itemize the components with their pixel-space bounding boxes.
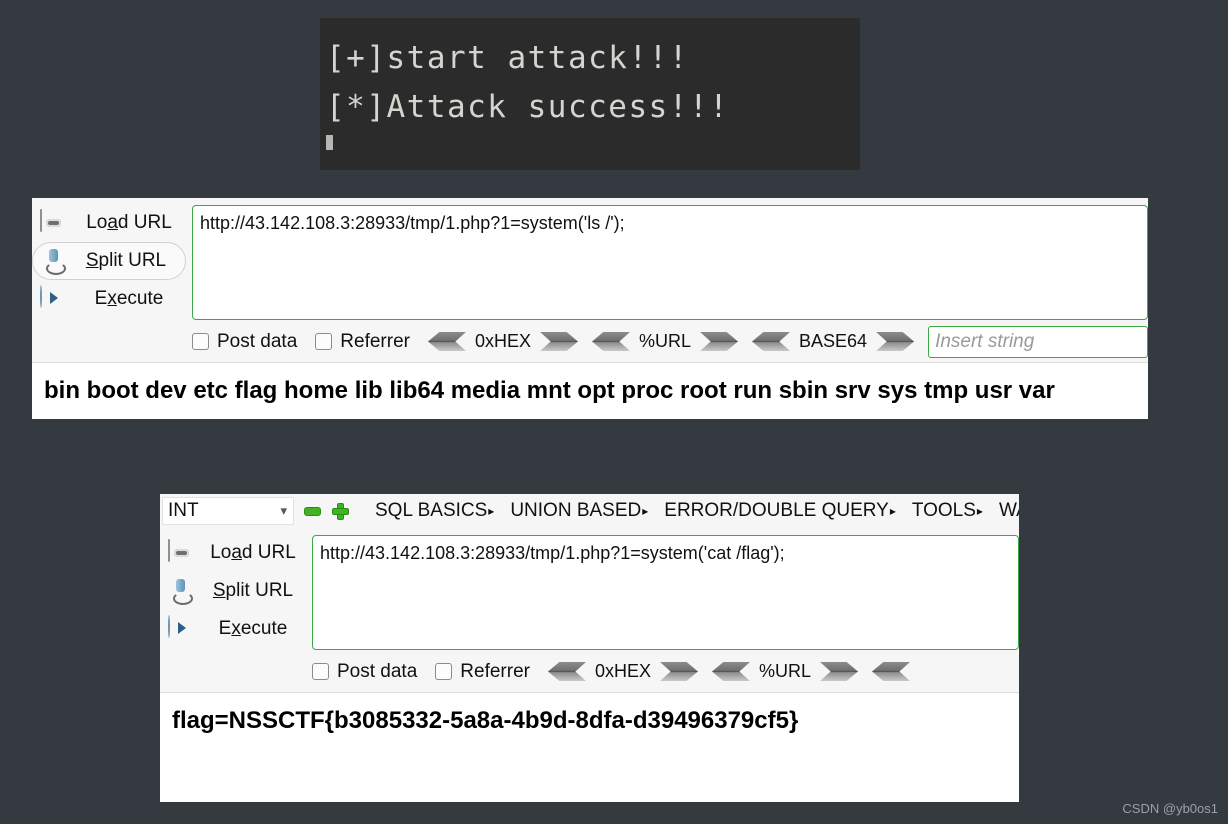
hackbar-action-buttons: Load URL Split URL Execute: [32, 198, 192, 322]
referrer-checkbox[interactable]: Referrer: [435, 661, 530, 683]
referrer-label: Referrer: [340, 330, 410, 352]
hackbar-action-buttons: Load URL Split URL Execute: [160, 528, 312, 652]
encode-arrow-right-icon[interactable]: [540, 332, 578, 351]
menu-tools-label: TOOLS: [911, 500, 976, 521]
encode-arrow-right-icon[interactable]: [876, 332, 915, 351]
split-url-button[interactable]: Split URL: [32, 242, 186, 280]
response-output: bin boot dev etc flag home lib lib64 med…: [32, 362, 1148, 419]
encoder-url-label: %URL: [759, 661, 812, 681]
hackbar-options-bar: Post data Referrer 0xHEX %URL BASE64 Ins…: [32, 322, 1148, 362]
decode-arrow-left-icon[interactable]: [592, 332, 630, 351]
decode-arrow-left-icon[interactable]: [547, 662, 586, 681]
decode-arrow-left-icon[interactable]: [872, 662, 911, 681]
decode-arrow-left-icon[interactable]: [752, 332, 791, 351]
post-data-label: Post data: [217, 330, 298, 352]
response-output: flag=NSSCTF{b3085332-5a8a-4b9d-8dfa-d394…: [160, 692, 1019, 802]
menu-error-double-query-label: ERROR/DOUBLE QUERY: [664, 500, 889, 521]
menu-waf-label: WAF: [998, 500, 1019, 521]
execute-label: Execute: [94, 288, 164, 309]
load-url-label: Load URL: [86, 212, 172, 233]
split-url-label: Split URL: [212, 580, 294, 601]
scissors-icon: [168, 578, 194, 604]
play-icon: [40, 285, 66, 312]
url-input[interactable]: http://43.142.108.3:28933/tmp/1.php?1=sy…: [312, 535, 1019, 650]
hackbar-options-bar: Post data Referrer 0xHEX %URL: [160, 652, 1019, 692]
insert-string-input[interactable]: Insert string: [928, 325, 1148, 358]
menu-waf[interactable]: WAF: [999, 500, 1019, 522]
post-data-checkbox[interactable]: Post data: [192, 331, 297, 353]
terminal-cursor: [326, 135, 333, 150]
type-select[interactable]: INT ▾: [162, 497, 294, 525]
encode-arrow-right-icon[interactable]: [660, 662, 698, 681]
insert-string-placeholder: Insert string: [935, 330, 1035, 352]
caret-down-icon: ▸: [889, 503, 896, 518]
type-select-value: INT: [168, 500, 199, 521]
encode-arrow-right-icon[interactable]: [820, 662, 859, 681]
hackbar-panel-2: INT ▾ SQL BASICS▸ UNION BASED▸ ERROR/DOU…: [160, 494, 1019, 802]
split-url-button[interactable]: Split URL: [160, 572, 312, 610]
caret-down-icon: ▸: [976, 503, 983, 518]
url-input[interactable]: http://43.142.108.3:28933/tmp/1.php?1=sy…: [192, 205, 1148, 320]
execute-button[interactable]: Execute: [160, 610, 312, 648]
referrer-label: Referrer: [460, 660, 530, 682]
hackbar-menubar: INT ▾ SQL BASICS▸ UNION BASED▸ ERROR/DOU…: [160, 494, 1019, 528]
watermark: CSDN @yb0os1: [1122, 801, 1218, 816]
load-url-icon: [168, 539, 194, 566]
encoder-url[interactable]: %URL: [712, 661, 859, 682]
menu-union-based-label: UNION BASED: [510, 500, 642, 521]
play-icon: [168, 615, 194, 642]
load-url-button[interactable]: Load URL: [32, 204, 192, 242]
menu-sql-basics-label: SQL BASICS: [375, 500, 488, 521]
hackbar-top-row: Load URL Split URL Execute http://43.142…: [32, 198, 1148, 322]
referrer-checkbox-box[interactable]: [315, 333, 333, 350]
caret-down-icon: ▸: [488, 503, 495, 518]
hackbar-top-row: Load URL Split URL Execute http://43.142…: [160, 528, 1019, 652]
menu-tools[interactable]: TOOLS▸: [912, 500, 983, 522]
referrer-checkbox[interactable]: Referrer: [315, 331, 410, 353]
referrer-checkbox-box[interactable]: [435, 663, 453, 680]
encode-arrow-right-icon[interactable]: [700, 332, 739, 351]
post-data-label: Post data: [337, 660, 418, 682]
load-url-icon: [40, 209, 66, 236]
encoder-hex-label: 0xHEX: [474, 331, 531, 351]
encoder-hex[interactable]: 0xHEX: [547, 661, 698, 682]
menu-error-double-query[interactable]: ERROR/DOUBLE QUERY▸: [664, 500, 896, 522]
decode-arrow-left-icon[interactable]: [427, 332, 466, 351]
encoder-hex[interactable]: 0xHEX: [427, 331, 578, 352]
encoder-url[interactable]: %URL: [592, 331, 739, 352]
terminal-line-1: [+]start attack!!!: [326, 40, 689, 76]
encoder-hex-label: 0xHEX: [594, 661, 651, 681]
menu-sql-basics[interactable]: SQL BASICS▸: [375, 500, 494, 522]
hackbar-panel-1: Load URL Split URL Execute http://43.142…: [32, 198, 1148, 419]
encoder-url-label: %URL: [639, 331, 692, 351]
plus-icon[interactable]: [332, 502, 349, 520]
menu-union-based[interactable]: UNION BASED▸: [510, 500, 648, 522]
terminal-output: [+]start attack!!! [*]Attack success!!!: [320, 18, 860, 170]
execute-label: Execute: [218, 618, 288, 639]
scissors-icon: [41, 248, 67, 274]
chevron-down-icon[interactable]: ▾: [280, 503, 287, 519]
caret-down-icon: ▸: [642, 503, 649, 518]
load-url-label: Load URL: [210, 542, 296, 563]
encoder-base64-clipped[interactable]: [872, 662, 911, 681]
load-url-button[interactable]: Load URL: [160, 534, 312, 572]
decode-arrow-left-icon[interactable]: [712, 662, 750, 681]
split-url-label: Split URL: [85, 250, 167, 271]
encoder-base64-label: BASE64: [799, 331, 868, 351]
execute-button[interactable]: Execute: [32, 280, 192, 318]
post-data-checkbox[interactable]: Post data: [312, 661, 417, 683]
post-data-checkbox-box[interactable]: [192, 333, 209, 350]
post-data-checkbox-box[interactable]: [312, 663, 329, 680]
terminal-line-2: [*]Attack success!!!: [326, 89, 730, 125]
encoder-base64[interactable]: BASE64: [752, 331, 915, 352]
minus-icon[interactable]: [304, 506, 321, 516]
